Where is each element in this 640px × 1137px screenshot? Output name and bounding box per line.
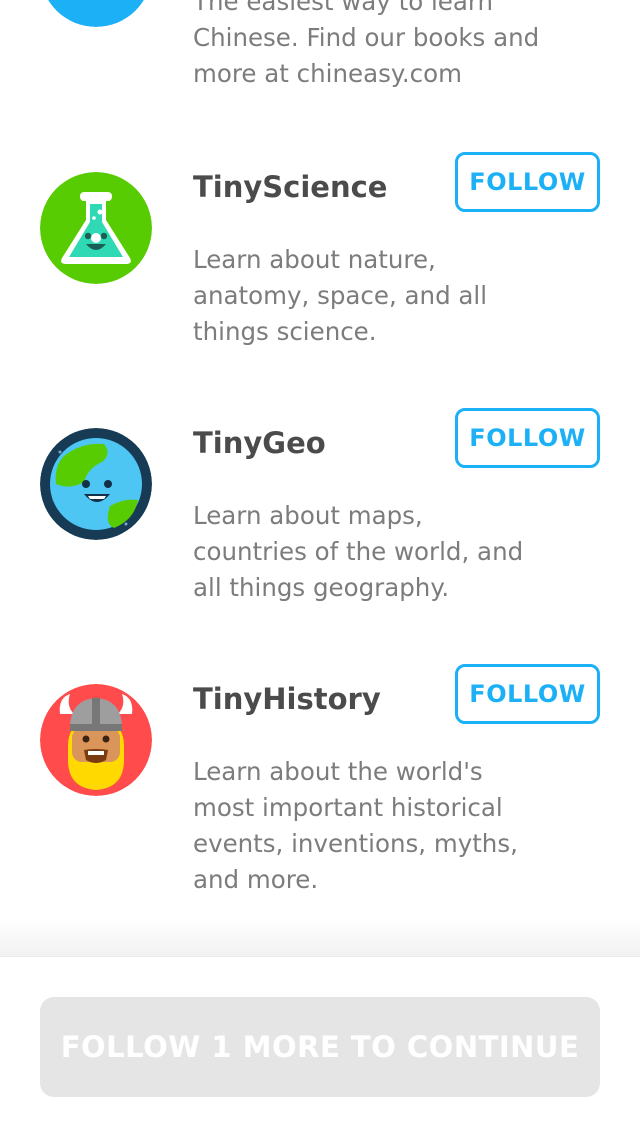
channel-title: TinyHistory — [193, 682, 381, 716]
continue-button[interactable]: FOLLOW 1 MORE TO CONTINUE — [40, 997, 600, 1097]
globe-icon — [40, 428, 152, 540]
channel-description: Learn about maps, countries of the world… — [193, 501, 524, 602]
flask-icon — [40, 172, 152, 284]
follow-button[interactable]: FOLLOW — [455, 152, 600, 212]
footer-bar: FOLLOW 1 MORE TO CONTINUE — [0, 956, 640, 1137]
channel-list[interactable]: The easiest way to learn Chinese. Find o… — [0, 0, 640, 960]
channel-description: The easiest way to learn Chinese. Find o… — [193, 0, 540, 88]
follow-button[interactable]: FOLLOW — [455, 408, 600, 468]
channel-title: TinyScience — [193, 170, 388, 204]
viking-icon — [40, 684, 152, 796]
chineasy-icon — [40, 0, 152, 27]
channel-description: Learn about the world's most important h… — [193, 757, 518, 894]
channel-description: Learn about nature, anatomy, space, and … — [193, 245, 488, 346]
channel-title: TinyGeo — [193, 426, 326, 460]
scroll-fade — [0, 918, 640, 958]
follow-button[interactable]: FOLLOW — [455, 664, 600, 724]
